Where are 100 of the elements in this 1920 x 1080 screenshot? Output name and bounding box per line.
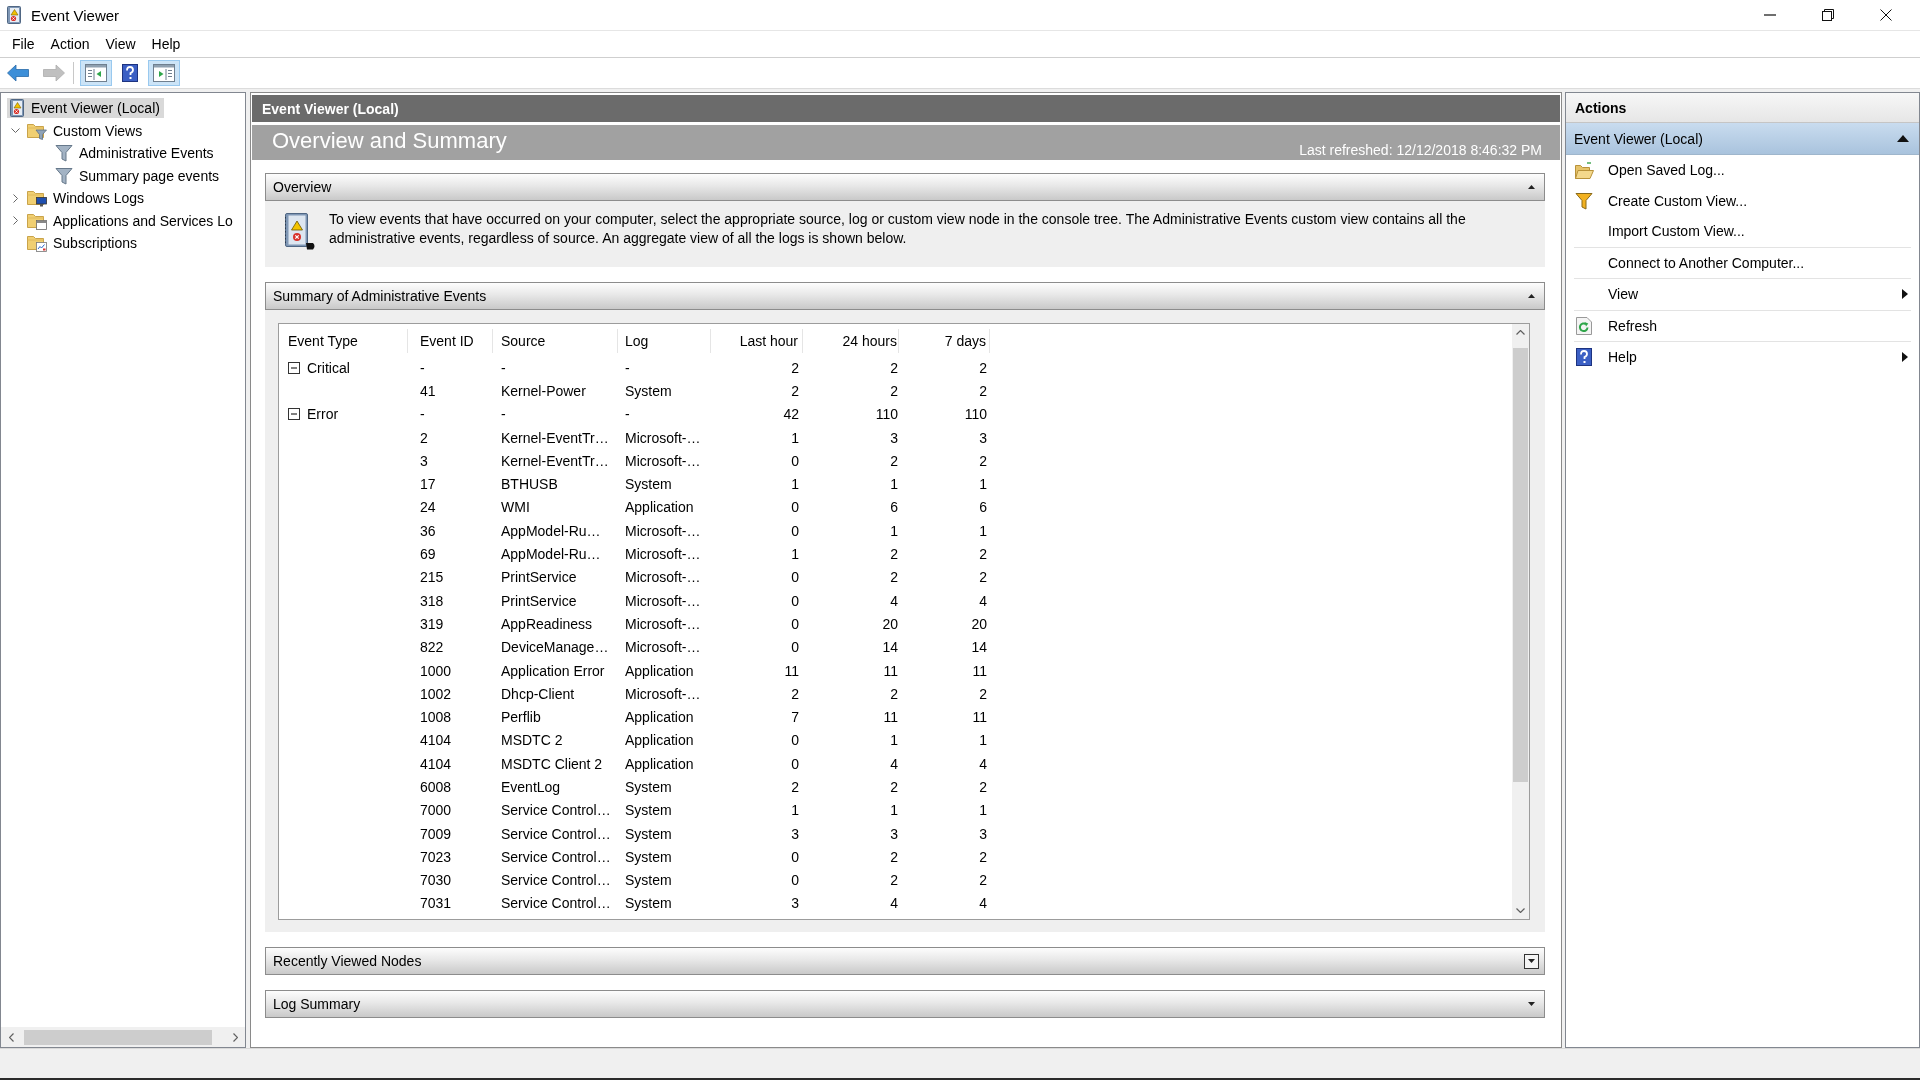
table-cell: 0 xyxy=(791,452,799,469)
pane-toggle-button[interactable] xyxy=(80,60,112,86)
table-cell: AppReadiness xyxy=(501,615,593,632)
table-cell: 11 xyxy=(972,709,987,726)
close-icon[interactable] xyxy=(1880,9,1892,21)
table-cell: 11 xyxy=(883,709,898,726)
chevron-down-icon[interactable] xyxy=(10,128,20,134)
table-cell: 3 xyxy=(979,429,987,446)
scrollbar-thumb[interactable] xyxy=(1513,348,1528,782)
table-cell: 2 xyxy=(791,359,799,376)
pane-toggle-button[interactable] xyxy=(148,60,180,86)
table-cell: 2 xyxy=(979,685,987,702)
table-cell: System xyxy=(625,476,672,493)
scroll-right-icon[interactable] xyxy=(232,1032,238,1042)
folder-monitor-icon xyxy=(27,189,47,208)
table-cell: Critical xyxy=(307,359,350,376)
table-cell: 2 xyxy=(791,382,799,399)
tree-item[interactable]: Summary page events xyxy=(53,165,224,186)
table-cell: PrintService xyxy=(501,569,577,586)
table-cell: 1 xyxy=(791,546,799,562)
menu-item[interactable]: File xyxy=(4,34,43,54)
table-cell: 1 xyxy=(890,522,898,539)
command-item[interactable]: Open Saved Log... xyxy=(1574,155,1911,186)
table-cell: 2 xyxy=(979,382,987,399)
table-cell: 2 xyxy=(890,779,898,795)
table-cell: 822 xyxy=(420,639,444,656)
table-cell: 7023 xyxy=(420,848,452,865)
scrollbar-thumb[interactable] xyxy=(24,1029,212,1045)
table-cell: 6 xyxy=(890,499,898,516)
caret-up-icon[interactable] xyxy=(1528,294,1535,298)
command-item[interactable]: Refresh xyxy=(1574,310,1911,341)
table-cell: Microsoft-… xyxy=(625,639,701,656)
page-title: Overview and Summary xyxy=(272,128,507,155)
table-cell: 2 xyxy=(979,872,987,889)
section-title[interactable]: Recently Viewed Nodes xyxy=(273,953,1524,969)
task-group-header[interactable]: Event Viewer (Local) xyxy=(1566,123,1919,155)
scroll-left-icon[interactable] xyxy=(8,1032,14,1042)
column-header[interactable]: 24 hours xyxy=(803,329,899,353)
collapse-box-icon[interactable] xyxy=(288,408,300,421)
chevron-right-icon[interactable] xyxy=(12,216,18,226)
table-cell: 6008 xyxy=(420,779,452,795)
column-header[interactable]: Log xyxy=(618,329,711,353)
column-header[interactable]: Event Type xyxy=(279,329,408,353)
table-cell: Microsoft-… xyxy=(625,522,701,539)
column-header[interactable]: Event ID xyxy=(408,329,493,353)
section-title[interactable]: Summary of Administrative Events xyxy=(273,288,1524,304)
restore-icon[interactable] xyxy=(1822,9,1834,21)
command-item[interactable]: Import Custom View... xyxy=(1574,216,1911,247)
table-cell: Service Control… xyxy=(501,895,611,912)
collapse-box-icon[interactable] xyxy=(288,361,300,374)
section-title[interactable]: Log Summary xyxy=(273,996,1524,1012)
table-cell: 7 xyxy=(791,709,799,726)
toggle-button[interactable] xyxy=(1524,953,1539,969)
column-header[interactable]: Source xyxy=(493,329,618,353)
table-cell: 215 xyxy=(420,569,444,586)
table-cell: 0 xyxy=(791,569,799,586)
tree-item[interactable]: Subscriptions xyxy=(25,233,142,254)
tree-item[interactable]: Event Viewer (Local) xyxy=(7,98,164,119)
table-cell: 24 xyxy=(420,499,436,516)
table-cell: 1 xyxy=(791,476,799,493)
caret-down-icon[interactable] xyxy=(1528,1002,1535,1006)
back-arrow-icon[interactable] xyxy=(7,64,29,82)
caret-up-icon[interactable] xyxy=(1528,185,1535,189)
table-cell: 42 xyxy=(783,406,799,423)
command-item[interactable]: Create Custom View... xyxy=(1574,185,1911,216)
tree-item[interactable]: Administrative Events xyxy=(53,143,218,164)
command-item[interactable]: View xyxy=(1574,279,1911,310)
column-header[interactable]: Last hour xyxy=(711,329,803,353)
funnel-icon xyxy=(1575,191,1593,210)
table-cell: Service Control… xyxy=(501,848,611,865)
table-cell: Microsoft-… xyxy=(625,569,701,586)
table-cell: 2 xyxy=(890,546,898,562)
table-cell: 2 xyxy=(979,452,987,469)
command-item[interactable]: Help xyxy=(1574,342,1911,373)
menu-item[interactable]: View xyxy=(97,34,144,54)
scroll-down-icon[interactable] xyxy=(1516,908,1525,913)
chevron-right-icon[interactable] xyxy=(12,193,18,203)
column-header[interactable]: 7 days xyxy=(899,329,990,353)
table-cell: System xyxy=(625,848,672,865)
table-cell: 20 xyxy=(882,615,898,632)
table-cell: - xyxy=(625,406,630,423)
table-cell: 2 xyxy=(890,452,898,469)
tree-item[interactable]: Windows Logs xyxy=(25,188,149,209)
table-cell: 7009 xyxy=(420,825,452,842)
table-cell: 4 xyxy=(979,755,987,772)
table-cell: 2 xyxy=(791,779,799,795)
section-title[interactable]: Overview xyxy=(273,179,1524,195)
menu-item[interactable]: Help xyxy=(143,34,189,54)
table-cell: System xyxy=(625,872,672,889)
help-icon[interactable] xyxy=(122,64,138,82)
menu-item[interactable]: Action xyxy=(42,34,98,54)
pane-header: Actions xyxy=(1566,93,1919,123)
command-item[interactable]: Connect to Another Computer... xyxy=(1574,247,1911,278)
scroll-up-icon[interactable] xyxy=(1516,330,1525,335)
table-cell: 2 xyxy=(890,359,898,376)
tree-item[interactable]: Applications and Services Lo xyxy=(25,210,237,231)
table-cell: Kernel-EventTr… xyxy=(501,452,609,469)
table-cell: 11 xyxy=(972,662,987,679)
tree-item[interactable]: Custom Views xyxy=(25,120,147,141)
table-cell: 3 xyxy=(791,825,799,842)
